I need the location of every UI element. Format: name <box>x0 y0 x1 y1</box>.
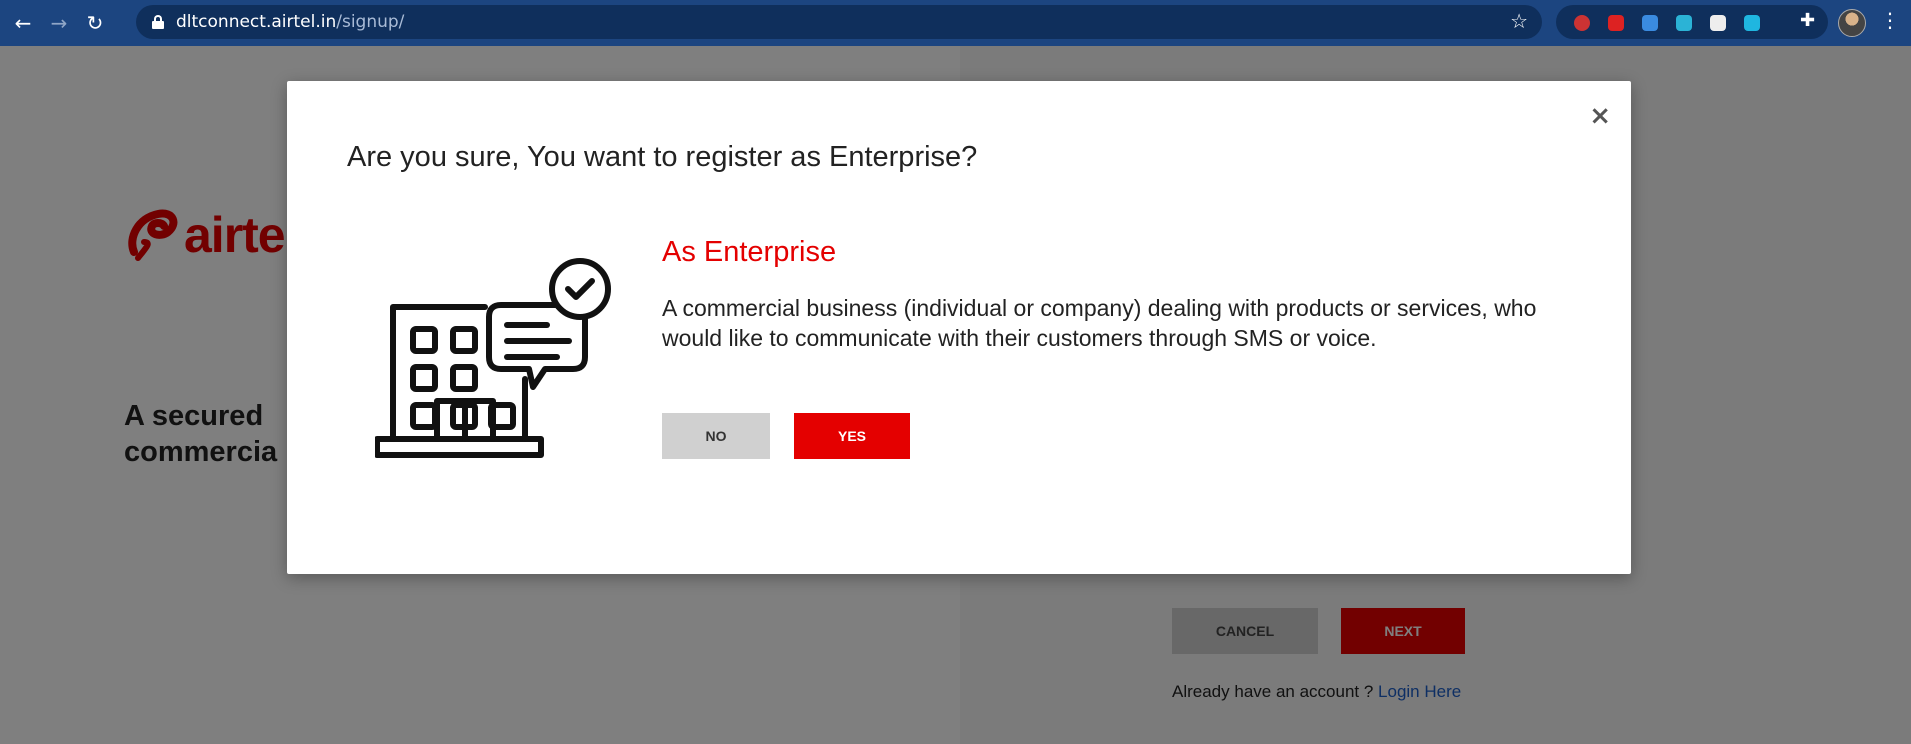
extensions-area <box>1556 5 1828 39</box>
enterprise-building-icon <box>375 258 611 458</box>
kebab-menu-icon[interactable]: ⋮ <box>1880 8 1900 32</box>
address-bar[interactable]: dltconnect.airtel.in/signup/ ☆ <box>136 5 1542 39</box>
profile-avatar[interactable] <box>1838 9 1866 37</box>
extensions-puzzle-icon[interactable]: ✚ <box>1800 10 1815 31</box>
modal-description: A commercial business (individual or com… <box>662 295 1537 351</box>
lock-icon <box>152 15 164 29</box>
forward-arrow-icon[interactable]: → <box>46 10 72 36</box>
modal-heading: As Enterprise <box>662 236 837 268</box>
extension-record-icon[interactable] <box>1574 15 1590 31</box>
reload-icon[interactable]: ↻ <box>82 10 108 36</box>
back-arrow-icon[interactable]: ← <box>10 10 36 36</box>
url-text[interactable]: dltconnect.airtel.in/signup/ <box>176 12 404 32</box>
modal-title: Are you sure, You want to register as En… <box>347 141 978 173</box>
bookmark-star-icon[interactable]: ☆ <box>1510 9 1528 33</box>
no-button[interactable]: NO <box>662 413 770 459</box>
extension-screen-icon[interactable] <box>1744 15 1760 31</box>
extension-sync-icon[interactable] <box>1676 15 1692 31</box>
extension-chat-icon[interactable] <box>1642 15 1658 31</box>
enterprise-confirm-modal: × Are you sure, You want to register as … <box>287 81 1631 574</box>
browser-toolbar: ← → ↻ dltconnect.airtel.in/signup/ ☆ ✚ ⋮ <box>0 0 1911 46</box>
extension-camera-icon[interactable] <box>1710 15 1726 31</box>
extension-shield-icon[interactable] <box>1608 15 1624 31</box>
close-icon[interactable]: × <box>1589 101 1611 131</box>
yes-button[interactable]: YES <box>794 413 910 459</box>
